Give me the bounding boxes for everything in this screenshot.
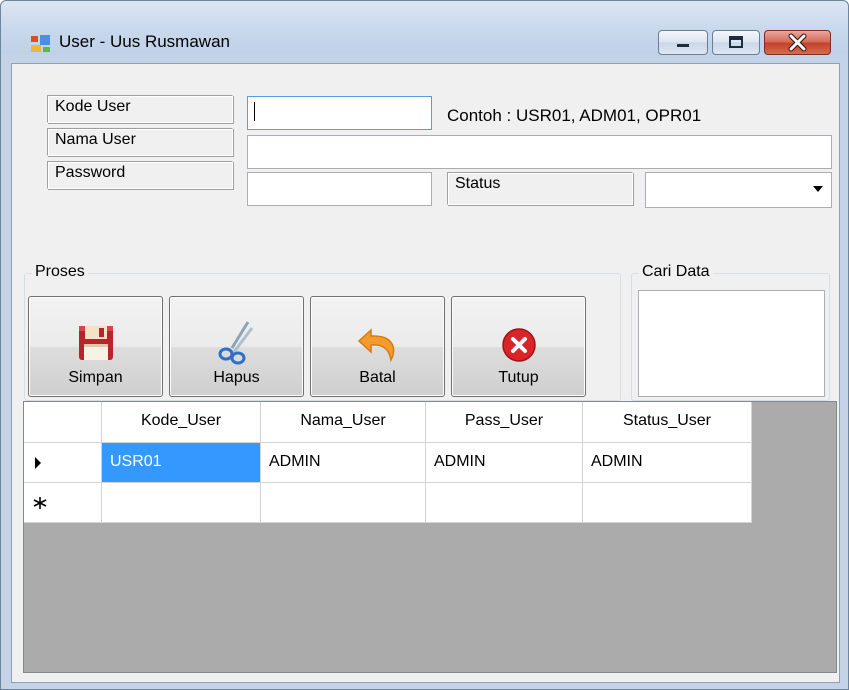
batal-button[interactable]: Batal [310,296,445,397]
hapus-label: Hapus [213,369,260,386]
table-cell-new[interactable] [261,483,426,523]
undo-arrow-icon [357,328,394,363]
kode-user-label: Kode User [47,95,233,123]
current-row-arrow-icon [35,457,41,469]
grid-top-left-corner[interactable] [24,402,102,443]
maximize-icon [729,36,743,48]
app-window: User - Uus Rusmawan Kode User Nama User … [0,0,849,690]
password-label: Password [47,161,233,189]
password-input[interactable] [247,172,432,206]
batal-label: Batal [359,369,396,386]
minimize-icon [677,44,689,47]
kode-user-hint: Contoh : USR01, ADM01, OPR01 [447,106,702,125]
table-cell[interactable]: ADMIN [261,443,426,483]
cari-data-legend: Cari Data [639,263,713,281]
nama-user-input[interactable] [247,135,832,169]
simpan-button[interactable]: Simpan [28,296,163,397]
title-bar[interactable]: User - Uus Rusmawan [1,1,848,55]
column-header-nama-user[interactable]: Nama_User [261,402,426,443]
close-icon [788,33,807,52]
table-cell[interactable]: ADMIN [426,443,583,483]
close-circle-icon [501,328,536,362]
floppy-disk-icon [78,326,113,360]
app-form-icon [31,35,50,52]
window-title: User - Uus Rusmawan [59,32,230,51]
tutup-button[interactable]: Tutup [451,296,586,397]
row-header-new[interactable] [24,483,102,523]
table-cell-new[interactable] [426,483,583,523]
nama-user-label: Nama User [47,128,233,156]
hapus-button[interactable]: Hapus [169,296,304,397]
input-panel: Kode User Nama User Password Contoh : US… [24,72,832,232]
column-header-status-user[interactable]: Status_User [583,402,752,443]
proses-legend: Proses [32,263,88,281]
text-caret [254,102,255,121]
simpan-label: Simpan [68,369,123,386]
user-data-grid[interactable]: Kode_User Nama_User Pass_User Status_Use… [23,401,837,673]
form-client-area: Kode User Nama User Password Contoh : US… [11,63,840,683]
row-header-current[interactable] [24,443,102,483]
table-cell-new[interactable] [583,483,752,523]
chevron-down-icon[interactable] [813,186,823,192]
table-cell[interactable]: USR01 [102,443,261,483]
table-cell[interactable]: ADMIN [583,443,752,483]
cari-data-input[interactable] [638,290,825,397]
column-header-kode-user[interactable]: Kode_User [102,402,261,443]
close-window-button[interactable] [764,30,831,55]
minimize-button[interactable] [658,30,708,55]
status-label: Status [447,172,633,205]
maximize-button[interactable] [712,30,760,55]
new-row-asterisk-icon [33,497,47,509]
kode-user-input[interactable] [247,96,432,130]
status-combobox[interactable] [645,172,832,208]
tutup-label: Tutup [498,369,539,386]
table-cell-new[interactable] [102,483,261,523]
column-header-pass-user[interactable]: Pass_User [426,402,583,443]
scissors-icon [218,321,253,365]
